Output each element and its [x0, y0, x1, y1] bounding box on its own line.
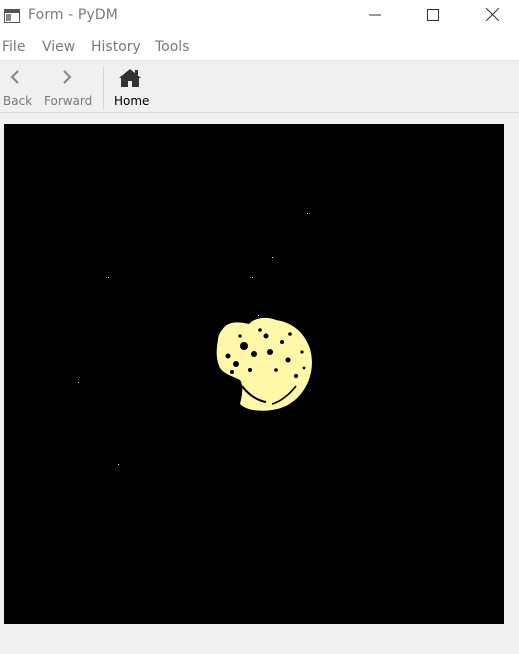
minimize-icon [369, 6, 381, 25]
image-canvas [4, 124, 504, 624]
menu-bar: File View History Tools [0, 32, 519, 60]
close-button[interactable] [469, 0, 515, 30]
chevron-left-icon [8, 69, 22, 89]
back-label: Back [3, 94, 33, 108]
minimize-button[interactable] [352, 0, 398, 30]
window-icon [4, 8, 20, 23]
forward-button[interactable]: Forward [40, 61, 100, 113]
menu-tools[interactable]: Tools [155, 39, 190, 55]
home-label: Home [114, 94, 150, 108]
image-view[interactable] [4, 124, 504, 624]
menu-file[interactable]: File [2, 39, 25, 55]
main-window: Form - PyDM File View History Tools Back… [0, 0, 519, 654]
home-icon [118, 68, 142, 92]
chevron-right-icon [60, 69, 74, 89]
navigation-toolbar: Back Forward Home [0, 60, 519, 113]
title-bar[interactable]: Form - PyDM [0, 0, 519, 32]
close-icon [485, 6, 499, 25]
maximize-icon [427, 6, 439, 25]
forward-label: Forward [44, 94, 93, 108]
maximize-button[interactable] [410, 0, 456, 30]
toolbar-separator [103, 67, 104, 109]
back-button[interactable]: Back [0, 61, 40, 113]
menu-view[interactable]: View [42, 39, 75, 55]
menu-history[interactable]: History [91, 39, 141, 55]
home-button[interactable]: Home [108, 61, 154, 113]
window-title: Form - PyDM [28, 7, 118, 23]
